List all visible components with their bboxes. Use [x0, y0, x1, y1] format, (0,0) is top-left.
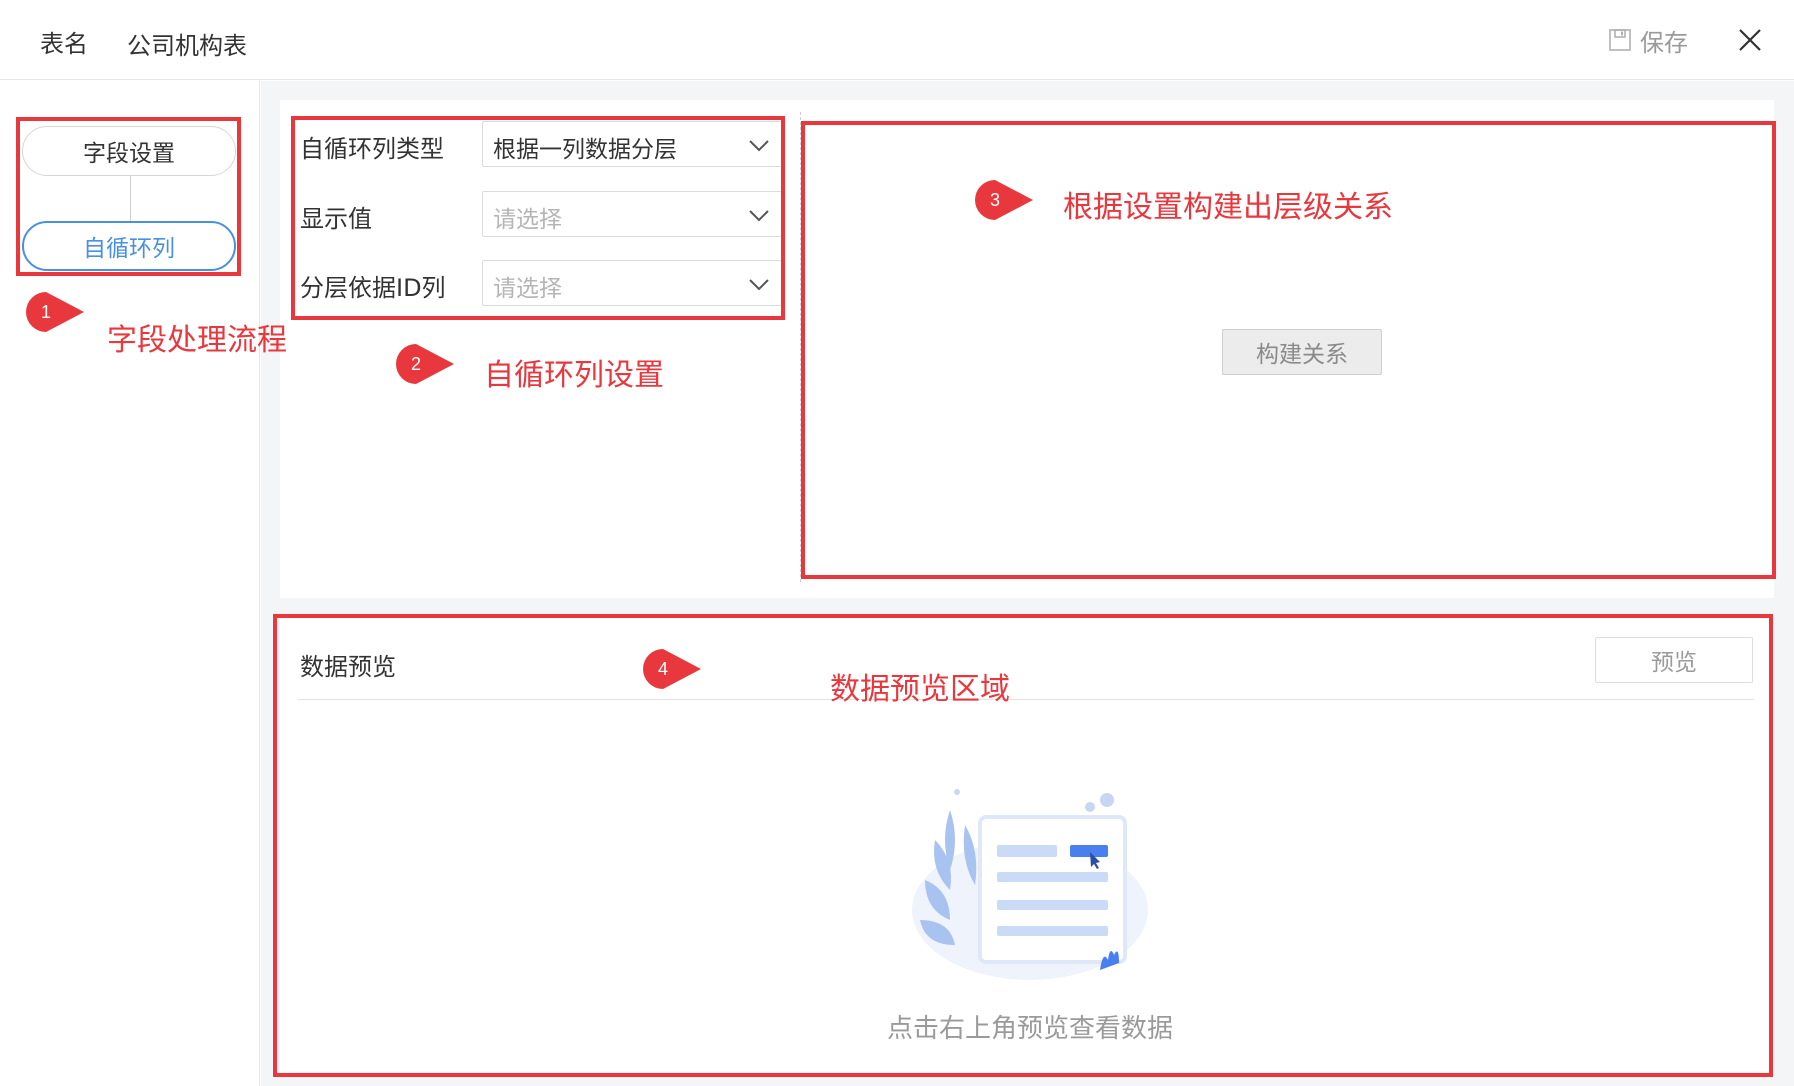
form-row-display: 显示值 请选择: [300, 191, 782, 237]
step-connector: [130, 176, 131, 221]
preview-title: 数据预览: [300, 653, 396, 681]
table-name-value: 公司机构表: [127, 32, 247, 60]
preview-divider: [298, 699, 1754, 700]
table-name-label: 表名: [40, 30, 88, 58]
layer-id-column-placeholder: 请选择: [493, 276, 562, 302]
step-label: 自循环列: [83, 236, 175, 262]
save-button[interactable]: 保存: [1608, 22, 1688, 58]
self-loop-type-value: 根据一列数据分层: [493, 137, 677, 163]
annotation-text-2: 自循环列设置: [484, 358, 664, 393]
self-loop-type-label: 自循环列类型: [300, 135, 444, 163]
step-field-settings[interactable]: 字段设置: [22, 126, 236, 176]
form-row-id: 分层依据ID列 请选择: [300, 260, 782, 306]
chevron-down-icon: [749, 140, 769, 152]
layer-id-column-select[interactable]: 请选择: [482, 260, 782, 306]
save-icon: [1609, 29, 1631, 51]
marker-number: 1: [40, 302, 51, 322]
annotation-marker-2: 2: [394, 342, 458, 386]
display-value-placeholder: 请选择: [493, 207, 562, 233]
annotation-marker-1: 1: [24, 290, 88, 334]
annotation-text-4: 数据预览区域: [830, 672, 1010, 707]
annotation-marker-3: 3: [973, 178, 1037, 222]
display-value-select[interactable]: 请选择: [482, 191, 782, 237]
dialog-header: 表名 公司机构表 保存: [0, 0, 1794, 80]
save-label: 保存: [1640, 28, 1688, 57]
panel-divider: [800, 112, 801, 582]
marker-number: 3: [989, 190, 1000, 210]
build-relation-button[interactable]: 构建关系: [1222, 329, 1382, 375]
sidebar: 字段设置 自循环列: [0, 81, 260, 1086]
annotation-text-1: 字段处理流程: [107, 323, 287, 358]
display-value-label: 显示值: [300, 205, 372, 233]
annotation-text-3: 根据设置构建出层级关系: [1063, 190, 1393, 225]
close-icon[interactable]: [1734, 24, 1766, 56]
layer-id-column-label: 分层依据ID列: [300, 274, 446, 302]
marker-number: 4: [657, 659, 668, 679]
empty-state-illustration: [912, 789, 1148, 980]
chevron-down-icon: [749, 210, 769, 222]
step-self-loop-column[interactable]: 自循环列: [22, 221, 236, 271]
empty-state-text: 点击右上角预览查看数据: [886, 1014, 1173, 1044]
self-loop-type-select[interactable]: 根据一列数据分层: [482, 121, 782, 167]
config-panel: [280, 100, 1774, 598]
marker-number: 2: [410, 354, 421, 374]
annotation-marker-4: 4: [641, 647, 705, 691]
chevron-down-icon: [749, 279, 769, 291]
step-label: 字段设置: [83, 141, 175, 167]
preview-button[interactable]: 预览: [1595, 637, 1753, 683]
form-row-type: 自循环列类型 根据一列数据分层: [300, 121, 782, 167]
